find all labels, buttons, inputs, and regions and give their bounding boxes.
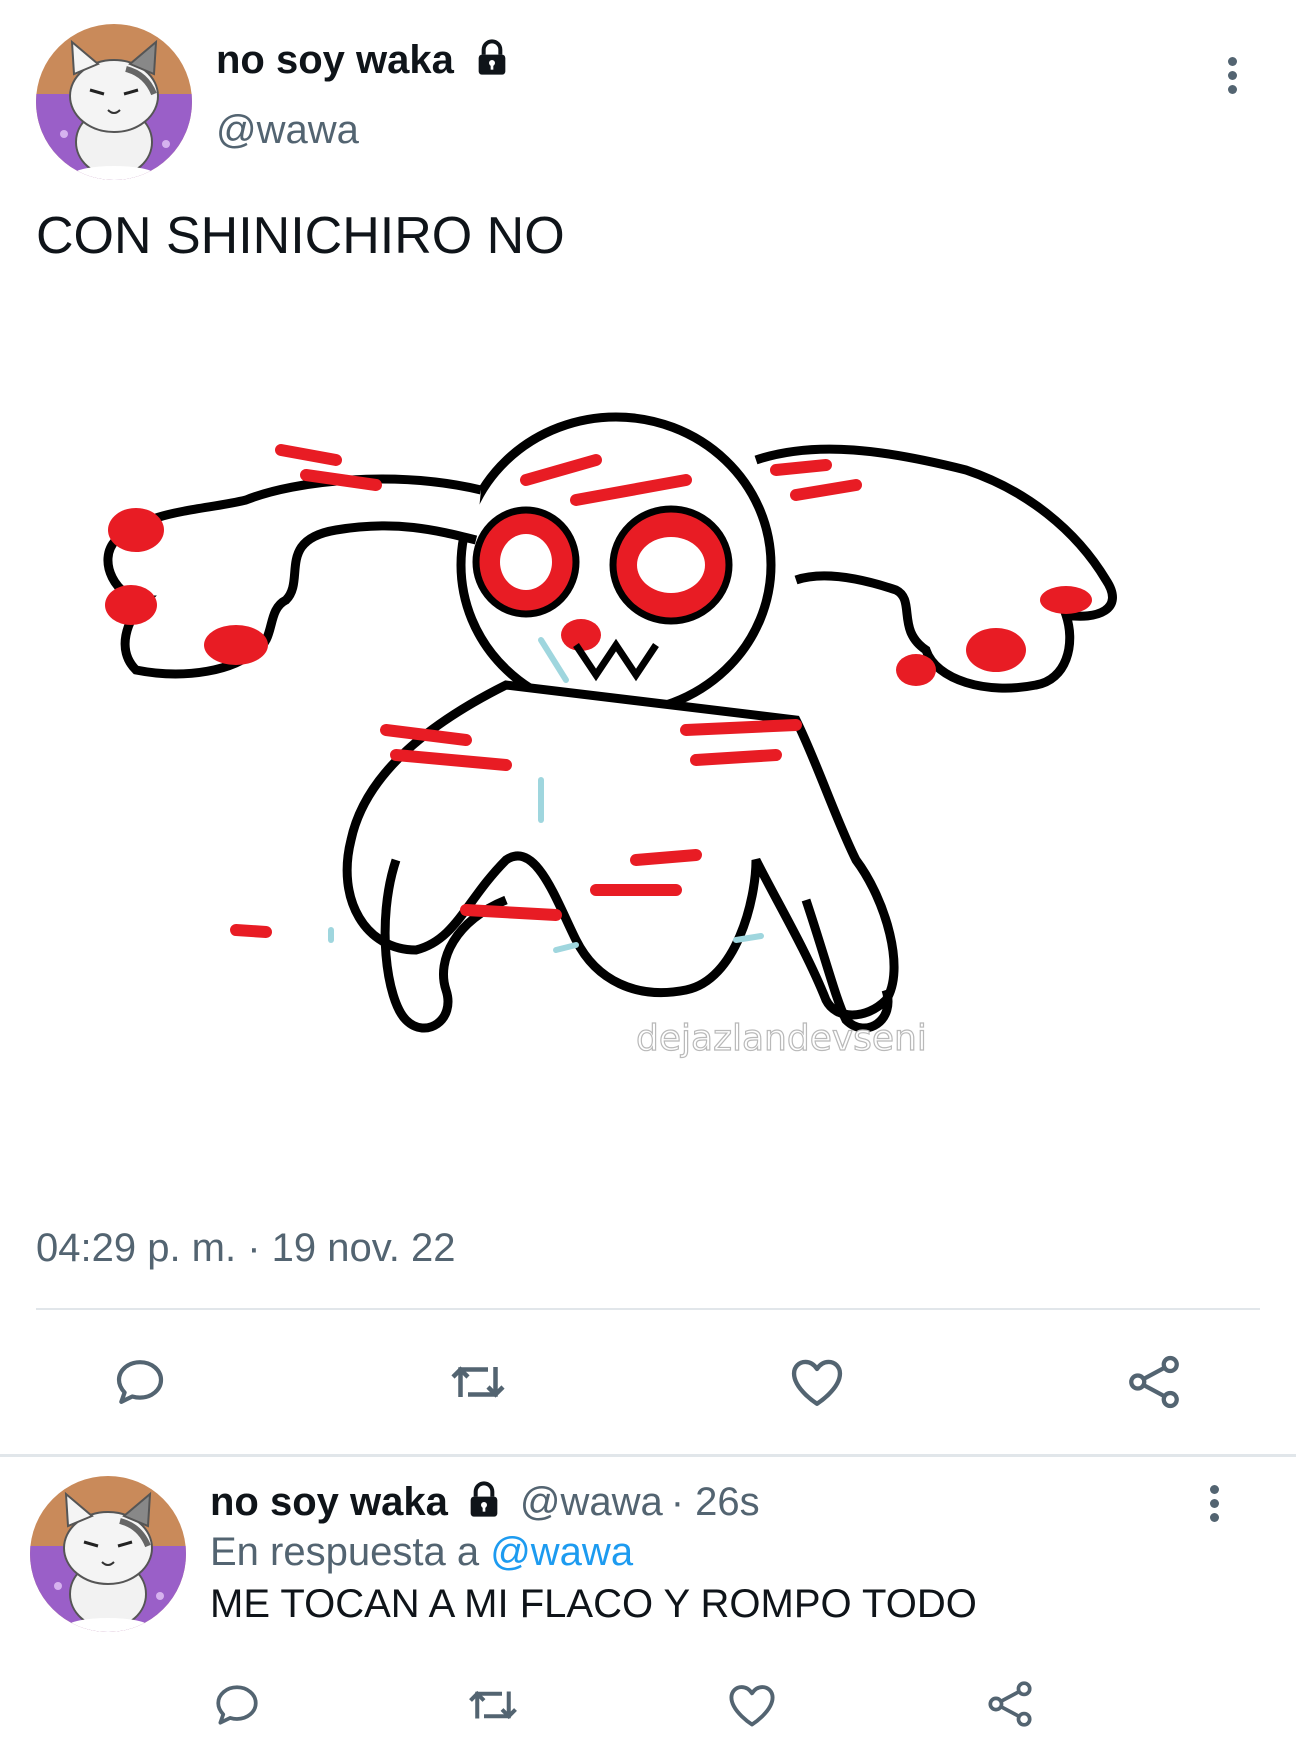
reply-icon[interactable] [112,1354,168,1410]
timestamp[interactable]: 04:29 p. m. · 19 nov. 22 [36,1226,456,1271]
divider [36,1308,1260,1310]
display-name[interactable]: no soy waka [216,38,454,83]
retweet-icon[interactable] [448,1354,508,1410]
more-options-icon[interactable] [1228,52,1237,99]
reply-icon[interactable] [212,1680,262,1730]
tweet-text: CON SHINICHIRO NO [36,207,565,265]
tweet-image[interactable]: dejazlandevseni [36,300,1260,1200]
divider [0,1454,1296,1457]
like-icon[interactable] [726,1680,778,1730]
display-name[interactable]: no soy waka [210,1480,448,1525]
share-icon[interactable] [1124,1352,1184,1412]
handle[interactable]: @wawa [520,1480,663,1525]
handle[interactable]: @wawa [216,108,359,153]
lock-icon [464,1480,504,1525]
more-options-icon[interactable] [1210,1480,1219,1527]
like-icon[interactable] [788,1354,846,1410]
share-icon[interactable] [984,1678,1036,1730]
reply-to-link[interactable]: @wawa [490,1530,633,1574]
avatar[interactable] [30,1476,186,1632]
lock-icon [472,38,512,83]
reply-context: En respuesta a [210,1530,480,1574]
tweet-age: · 26s [670,1480,760,1524]
image-watermark: dejazlandevseni [636,1018,927,1059]
retweet-icon[interactable] [466,1680,520,1730]
avatar[interactable] [36,24,192,180]
reply-text: ME TOCAN A MI FLACO Y ROMPO TODO [210,1582,977,1626]
